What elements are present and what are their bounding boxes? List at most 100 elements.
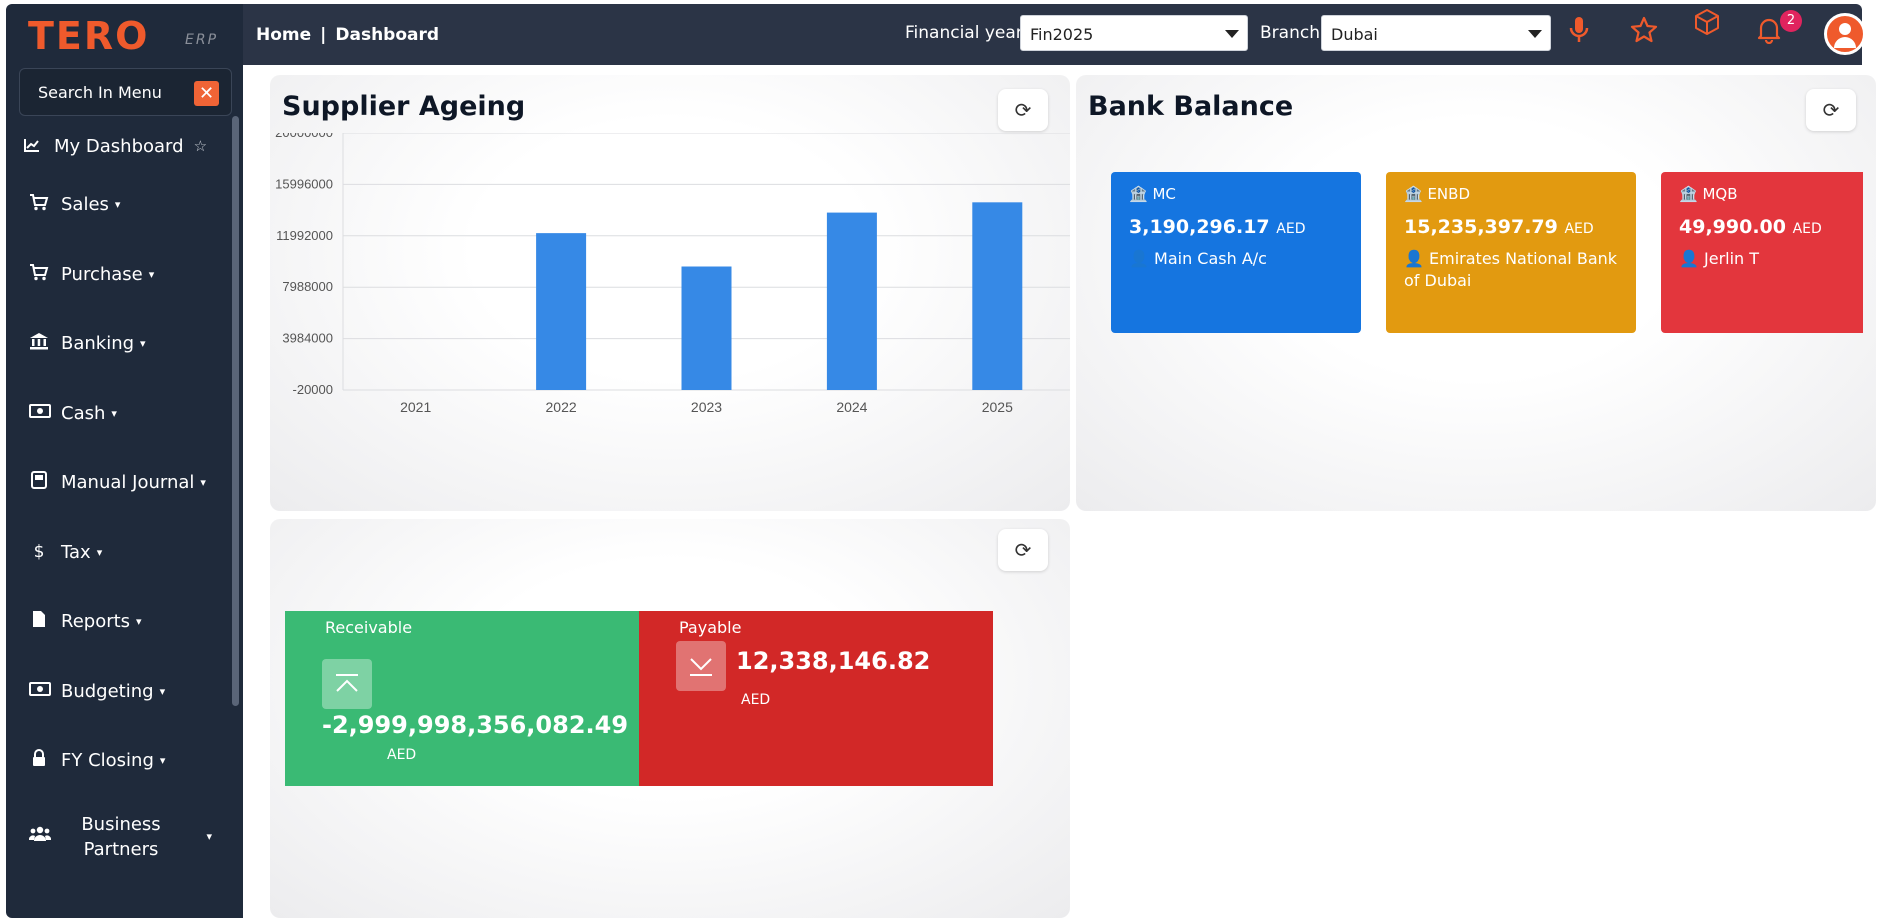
bank-amount-value: 15,235,397.79 <box>1404 216 1558 238</box>
microphone-icon[interactable] <box>1569 16 1589 52</box>
receivable-panel[interactable]: Receivable -2,999,998,356,082.49 AED <box>285 611 639 786</box>
sidebar-item-cash[interactable]: Cash ▾ <box>6 379 236 449</box>
bank-tile-enbd[interactable]: 🏦 ENBD 15,235,397.79 AED 👤 Emirates Nati… <box>1386 172 1636 333</box>
cart-icon <box>29 193 49 216</box>
bank-tile-mqb[interactable]: 🏦 MQB 49,990.00 AED 👤 Jerlin T <box>1661 172 1863 333</box>
dollar-icon: $ <box>33 542 45 563</box>
lock-icon <box>29 749 49 772</box>
chart-line-icon <box>22 137 42 156</box>
sidebar-scrollbar[interactable] <box>232 116 239 706</box>
breadcrumb-current: Dashboard <box>335 25 440 45</box>
sidebar-item-my-dashboard[interactable]: My Dashboard ☆ <box>6 122 236 170</box>
sidebar-item-business-partners[interactable]: Business Partners ▾ <box>6 796 236 878</box>
sidebar-nav: My Dashboard ☆ Sales ▾ Purchase ▾ Bankin… <box>6 122 236 878</box>
bank-code: 🏦 MQB <box>1679 185 1738 203</box>
sidebar-item-label: Banking <box>61 333 135 355</box>
sidebar-item-budgeting[interactable]: Budgeting ▾ <box>6 657 236 727</box>
payable-amount: 12,338,146.82 <box>736 647 931 675</box>
bank-account-name-text: Main Cash A/c <box>1154 249 1267 268</box>
bank-icon: 🏦 <box>1404 185 1428 203</box>
supplier-ageing-chart: 20000000 15996000 11992000 7988000 3984000 -2… <box>275 133 1070 415</box>
money-icon <box>29 403 51 423</box>
chevron-down-icon: ▾ <box>206 830 212 843</box>
bank-code: 🏦 MC <box>1129 185 1176 203</box>
sidebar-item-label: Budgeting <box>61 680 154 702</box>
x-tick-label: 2023 <box>691 399 722 415</box>
sidebar-item-label: Business Partners <box>81 813 161 860</box>
breadcrumb: Home | Dashboard <box>256 25 439 45</box>
app-root: TERO ERP Search In Menu ✕ My Dashboard ☆… <box>0 0 1899 922</box>
bank-amount-value: 49,990.00 <box>1679 216 1786 238</box>
financial-year-label: Financial year <box>905 23 1023 43</box>
chart-bar[interactable] <box>826 212 877 390</box>
sidebar-item-manual-journal[interactable]: Manual Journal ▾ <box>6 448 236 518</box>
bell-icon[interactable] <box>1756 16 1782 52</box>
sidebar-item-tax[interactable]: $ Tax ▾ <box>6 518 236 588</box>
y-tick-label: 3984000 <box>282 331 333 346</box>
chevron-down-icon: ▾ <box>114 198 121 212</box>
sidebar-item-label: Manual Journal <box>61 472 195 494</box>
branch-select[interactable]: Dubai <box>1321 15 1551 51</box>
y-tick-label: 15996000 <box>275 176 333 191</box>
caret-down-icon <box>1225 30 1239 38</box>
financial-year-select[interactable]: Fin2025 <box>1020 15 1248 51</box>
receivable-currency: AED <box>387 747 417 763</box>
chevron-down-icon: ▾ <box>148 267 155 281</box>
refresh-button[interactable]: ⟳ <box>998 529 1048 571</box>
chevron-down-icon: ▾ <box>200 476 206 490</box>
bank-balance-title: Bank Balance <box>1088 91 1294 122</box>
star-icon[interactable] <box>1630 16 1658 52</box>
refresh-button[interactable]: ⟳ <box>998 89 1048 131</box>
payable-currency: AED <box>741 692 771 708</box>
chart-bar[interactable] <box>536 233 587 390</box>
chart-bar[interactable] <box>681 266 732 390</box>
y-tick-label: 11992000 <box>276 228 333 243</box>
cube-icon[interactable] <box>1693 8 1721 44</box>
close-icon[interactable]: ✕ <box>194 81 219 106</box>
bank-tile-mc[interactable]: 🏦 MC 3,190,296.17 AED 👤 Main Cash A/c <box>1111 172 1361 333</box>
logo-subtext: ERP <box>185 32 219 48</box>
supplier-ageing-title: Supplier Ageing <box>282 91 526 122</box>
sidebar-item-label: Purchase <box>61 263 143 285</box>
sidebar-item-fy-closing[interactable]: FY Closing ▾ <box>6 726 236 796</box>
user-icon: 👤 <box>1404 249 1430 268</box>
chart-bar[interactable] <box>972 202 1023 390</box>
bank-currency: AED <box>1792 221 1822 237</box>
breadcrumb-home[interactable]: Home <box>256 25 311 45</box>
refresh-icon: ⟳ <box>1822 98 1840 122</box>
user-avatar[interactable] <box>1824 13 1866 55</box>
breadcrumb-separator: | <box>320 25 327 45</box>
bank-code-text: MC <box>1152 185 1176 203</box>
chevron-down-icon: ▾ <box>111 406 117 420</box>
refresh-icon: ⟳ <box>1014 98 1032 122</box>
bank-code-text: ENBD <box>1427 185 1470 203</box>
bank-account-name: 👤 Emirates National Bank of Dubai <box>1404 248 1624 292</box>
supplier-ageing-card: Supplier Ageing ⟳ 20000000 15996000 119920… <box>270 75 1070 511</box>
search-menu-label: Search In Menu <box>38 83 162 102</box>
sidebar-item-label: Reports <box>61 611 131 633</box>
sidebar-item-purchase[interactable]: Purchase ▾ <box>6 240 236 310</box>
star-icon[interactable]: ☆ <box>194 137 207 155</box>
bank-amount-value: 3,190,296.17 <box>1129 216 1270 238</box>
financial-year-value: Fin2025 <box>1030 25 1094 44</box>
bank-icon: 🏦 <box>1129 185 1153 203</box>
sidebar-item-label: My Dashboard <box>54 135 184 157</box>
receivable-payable-card: ⟳ Receivable -2,999,998,356,082.49 AED P… <box>270 519 1070 918</box>
payable-panel[interactable]: Payable 12,338,146.82 AED <box>639 611 993 786</box>
bank-account-name-text: Jerlin T <box>1704 249 1760 268</box>
search-menu-input[interactable]: Search In Menu ✕ <box>19 68 232 116</box>
sidebar-item-banking[interactable]: Banking ▾ <box>6 309 236 379</box>
bank-account-name: 👤 Jerlin T <box>1679 248 1899 270</box>
y-tick-label: -20000 <box>293 382 333 397</box>
sidebar-item-label: Cash <box>61 402 106 424</box>
x-tick-label: 2024 <box>836 399 867 415</box>
sidebar: TERO ERP Search In Menu ✕ My Dashboard ☆… <box>6 4 243 918</box>
sidebar-item-sales[interactable]: Sales ▾ <box>6 170 236 240</box>
receivable-label: Receivable <box>325 618 413 637</box>
users-icon <box>28 826 52 847</box>
bank-amount: 3,190,296.17 AED <box>1129 216 1305 238</box>
sidebar-item-reports[interactable]: Reports ▾ <box>6 587 236 657</box>
refresh-button[interactable]: ⟳ <box>1806 89 1856 131</box>
app-logo[interactable]: TERO ERP <box>20 14 230 58</box>
sidebar-item-label: Tax <box>61 541 91 563</box>
